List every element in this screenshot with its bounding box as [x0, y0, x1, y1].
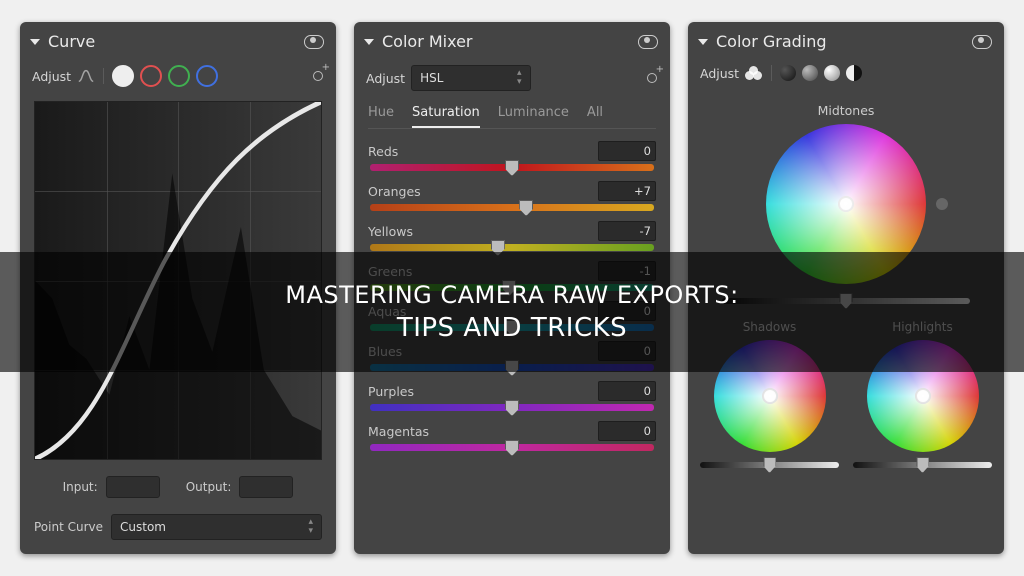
slider-yellows: Yellows -7: [354, 217, 670, 257]
slider-track[interactable]: [370, 204, 654, 211]
point-curve-row: Point Curve Custom ▴▾: [20, 504, 336, 554]
wheel-handle[interactable]: [838, 196, 854, 212]
output-label: Output:: [186, 480, 232, 494]
slider-track[interactable]: [370, 164, 654, 171]
tab-hue[interactable]: Hue: [368, 105, 394, 128]
slider-magentas: Magentas 0: [354, 417, 670, 457]
mixer-tabs: Hue Saturation Luminance All: [354, 101, 670, 128]
visibility-eye-icon[interactable]: [638, 35, 658, 49]
slider-track[interactable]: [370, 444, 654, 451]
tab-luminance[interactable]: Luminance: [498, 105, 569, 128]
target-adjust-icon[interactable]: [644, 70, 660, 86]
slider-value[interactable]: 0: [598, 141, 656, 161]
slider-value[interactable]: -7: [598, 221, 656, 241]
slider-label: Magentas: [368, 424, 429, 439]
channel-red-button[interactable]: [140, 65, 162, 87]
overlay-line1: MASTERING CAMERA RAW EXPORTS:: [285, 281, 738, 309]
separator: [771, 65, 772, 81]
grading-adjust-row: Adjust: [688, 59, 1004, 91]
adjust-label: Adjust: [366, 71, 405, 86]
grading-header[interactable]: Color Grading: [688, 22, 1004, 59]
point-curve-value: Custom: [120, 520, 166, 534]
midtones-wheel-icon[interactable]: [802, 65, 818, 81]
select-carets-icon: ▴▾: [308, 518, 313, 536]
wheel-handle[interactable]: [915, 388, 931, 404]
curve-adjust-row: Adjust: [20, 59, 336, 97]
visibility-eye-icon[interactable]: [304, 35, 324, 49]
input-field[interactable]: [106, 476, 160, 498]
slider-purples: Purples 0: [354, 377, 670, 417]
mixer-header[interactable]: Color Mixer: [354, 22, 670, 59]
highlights-wheel-icon[interactable]: [824, 65, 840, 81]
slider-value[interactable]: 0: [598, 421, 656, 441]
tab-underline: [368, 128, 656, 129]
chevron-down-icon: [30, 39, 40, 45]
mixer-adjust-row: Adjust HSL ▴▾: [354, 59, 670, 101]
tab-all[interactable]: All: [587, 105, 603, 128]
shadows-luminance-slider[interactable]: [700, 462, 839, 468]
global-wheel-icon[interactable]: [846, 65, 862, 81]
channel-rgb-button[interactable]: [112, 65, 134, 87]
slider-value[interactable]: +7: [598, 181, 656, 201]
adjust-label: Adjust: [700, 66, 739, 81]
slider-thumb[interactable]: [505, 400, 519, 416]
wheel-side-control[interactable]: [936, 198, 948, 210]
curve-title: Curve: [48, 32, 296, 51]
slider-label: Yellows: [368, 224, 413, 239]
curve-header[interactable]: Curve: [20, 22, 336, 59]
shadows-wheel-icon[interactable]: [780, 65, 796, 81]
slider-label: Reds: [368, 144, 398, 159]
select-carets-icon: ▴▾: [517, 69, 522, 87]
slider-track[interactable]: [370, 244, 654, 251]
chevron-down-icon: [364, 39, 374, 45]
output-field[interactable]: [239, 476, 293, 498]
slider-reds: Reds 0: [354, 137, 670, 177]
slider-label: Purples: [368, 384, 414, 399]
mixer-mode-select[interactable]: HSL ▴▾: [411, 65, 530, 91]
midtones-label: Midtones: [700, 103, 992, 118]
curve-input-output: Input: Output:: [20, 470, 336, 504]
point-curve-label: Point Curve: [34, 520, 103, 534]
slider-thumb[interactable]: [505, 440, 519, 456]
mixer-mode-value: HSL: [420, 71, 443, 85]
point-curve-select[interactable]: Custom ▴▾: [111, 514, 322, 540]
slider-track[interactable]: [370, 404, 654, 411]
three-way-icon[interactable]: [745, 66, 763, 80]
slider-thumb[interactable]: [505, 160, 519, 176]
adjust-label: Adjust: [32, 69, 71, 84]
separator: [103, 68, 104, 84]
mixer-title: Color Mixer: [382, 32, 630, 51]
title-overlay: MASTERING CAMERA RAW EXPORTS: TIPS AND T…: [0, 252, 1024, 372]
target-adjust-icon[interactable]: [310, 68, 326, 84]
overlay-line2: TIPS AND TRICKS: [397, 313, 627, 343]
grading-title: Color Grading: [716, 32, 964, 51]
tab-saturation[interactable]: Saturation: [412, 105, 480, 128]
slider-oranges: Oranges +7: [354, 177, 670, 217]
wheel-handle[interactable]: [762, 388, 778, 404]
highlights-luminance-slider[interactable]: [853, 462, 992, 468]
app-stage: Curve Adjust: [0, 0, 1024, 576]
channel-green-button[interactable]: [168, 65, 190, 87]
input-label: Input:: [63, 480, 98, 494]
slider-value[interactable]: 0: [598, 381, 656, 401]
channel-blue-button[interactable]: [196, 65, 218, 87]
parametric-curve-icon[interactable]: [77, 67, 95, 85]
slider-label: Oranges: [368, 184, 421, 199]
chevron-down-icon: [698, 39, 708, 45]
visibility-eye-icon[interactable]: [972, 35, 992, 49]
slider-thumb[interactable]: [519, 200, 533, 216]
